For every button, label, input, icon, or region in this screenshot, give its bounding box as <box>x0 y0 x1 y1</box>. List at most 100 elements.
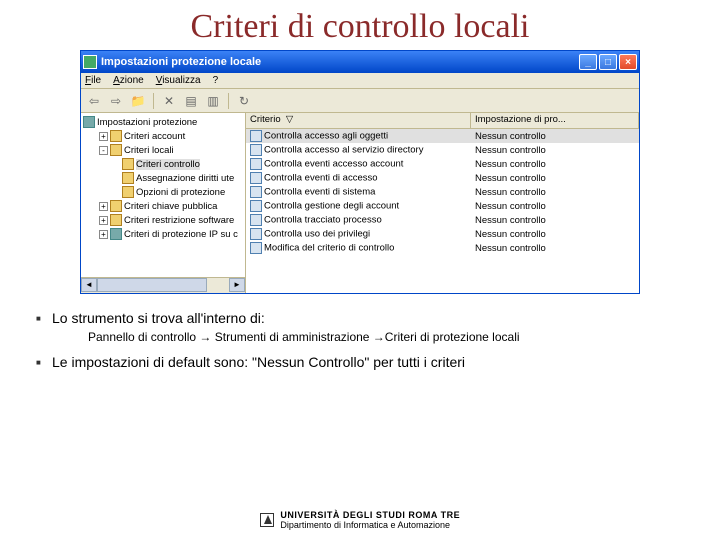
bullet-item: Lo strumento si trova all'interno di: <box>36 310 696 326</box>
expand-icon[interactable]: - <box>99 146 108 155</box>
list-body: Controlla accesso agli oggetti Nessun con… <box>246 129 639 255</box>
policy-name: Controlla accesso agli oggetti <box>264 131 388 142</box>
policy-icon <box>250 228 262 240</box>
menu-help[interactable]: ? <box>213 75 219 86</box>
policy-name: Controlla eventi di accesso <box>264 173 378 184</box>
scroll-right-icon[interactable]: ► <box>229 278 245 292</box>
menubar: File Azione Visualizza ? <box>81 73 639 89</box>
tree-item[interactable]: Criteri controllo <box>81 157 245 171</box>
tree-item[interactable]: + Criteri di protezione IP su c <box>81 227 245 241</box>
tree-item[interactable]: Assegnazione diritti ute <box>81 171 245 185</box>
list-item[interactable]: Modifica del criterio di controlloNessun… <box>246 241 639 255</box>
tree-label: Impostazioni protezione <box>97 117 197 128</box>
list-header: Criterio ▽ Impostazione di pro... <box>246 113 639 129</box>
policy-icon <box>250 186 262 198</box>
expand-icon[interactable]: + <box>99 202 108 211</box>
policy-icon <box>250 172 262 184</box>
policy-name: Controlla eventi accesso account <box>264 159 403 170</box>
bullet-subtext: Pannello di controllo → Strumenti di amm… <box>36 330 696 344</box>
list-item[interactable]: Controlla eventi accesso accountNessun c… <box>246 157 639 171</box>
footer-line2: Dipartimento di Informatica e Automazion… <box>280 520 460 530</box>
tree-label: Criteri account <box>124 131 185 142</box>
policy-setting: Nessun controllo <box>471 243 639 254</box>
expand-icon[interactable]: + <box>99 132 108 141</box>
policy-setting: Nessun controllo <box>471 145 639 156</box>
separator-icon <box>228 93 229 109</box>
expand-icon[interactable]: + <box>99 230 108 239</box>
expand-icon[interactable]: + <box>99 216 108 225</box>
policy-setting: Nessun controllo <box>471 131 639 142</box>
scroll-track[interactable] <box>97 278 229 293</box>
tree-label: Criteri locali <box>124 145 174 156</box>
footer: UNIVERSITÀ DEGLI STUDI ROMA TRE Dipartim… <box>0 510 720 530</box>
forward-icon[interactable]: ⇨ <box>107 92 125 110</box>
menu-file[interactable]: File <box>85 75 101 86</box>
policy-setting: Nessun controllo <box>471 187 639 198</box>
maximize-button[interactable]: □ <box>599 54 617 70</box>
minimize-button[interactable]: _ <box>579 54 597 70</box>
folder-icon <box>110 130 122 142</box>
tree-label: Criteri chiave pubblica <box>124 201 217 212</box>
folder-icon <box>122 186 134 198</box>
tree-label: Assegnazione diritti ute <box>136 173 234 184</box>
list-item[interactable]: Controlla eventi di sistemaNessun contro… <box>246 185 639 199</box>
tree-label: Criteri controllo <box>136 159 200 170</box>
folder-icon <box>122 172 134 184</box>
tree-label: Criteri restrizione software <box>124 215 234 226</box>
policy-setting: Nessun controllo <box>471 201 639 212</box>
slide-title: Criteri di controllo locali <box>0 0 720 50</box>
policy-name: Controlla tracciato processo <box>264 215 382 226</box>
policy-icon <box>250 158 262 170</box>
folder-icon <box>110 144 122 156</box>
gear-icon <box>110 228 122 240</box>
titlebar[interactable]: Impostazioni protezione locale _ □ × <box>81 51 639 73</box>
column-criterio[interactable]: Criterio ▽ <box>246 113 471 128</box>
window-controls: _ □ × <box>579 54 637 70</box>
list-item[interactable]: Controlla eventi di accesso Nessun contro… <box>246 171 639 185</box>
scroll-thumb[interactable] <box>97 278 207 292</box>
policy-setting: Nessun controllo <box>471 173 639 184</box>
tree-pane: Impostazioni protezione + Criteri account… <box>81 113 246 293</box>
up-folder-icon[interactable]: 📁 <box>129 92 147 110</box>
list-item[interactable]: Controlla accesso al servizio directoryN… <box>246 143 639 157</box>
close-button[interactable]: × <box>619 54 637 70</box>
settings-icon <box>83 116 95 128</box>
policy-icon <box>250 214 262 226</box>
cut-icon[interactable]: ✕ <box>160 92 178 110</box>
list-icon[interactable]: ▥ <box>204 92 222 110</box>
policy-icon <box>250 130 262 142</box>
list-item[interactable]: Controlla uso dei privilegiNessun contro… <box>246 227 639 241</box>
scroll-left-icon[interactable]: ◄ <box>81 278 97 292</box>
separator-icon <box>153 93 154 109</box>
tree-label: Criteri di protezione IP su c <box>124 229 238 240</box>
tree-item[interactable]: + Criteri restrizione software <box>81 213 245 227</box>
list-item[interactable]: Controlla gestione degli account Nessun c… <box>246 199 639 213</box>
university-logo-icon <box>260 513 274 527</box>
refresh-icon[interactable]: ↻ <box>235 92 253 110</box>
menu-visualizza[interactable]: Visualizza <box>156 75 201 86</box>
tree-item[interactable]: + Criteri chiave pubblica <box>81 199 245 213</box>
policy-name: Controlla gestione degli account <box>264 201 399 212</box>
sort-indicator-icon: ▽ <box>286 114 293 125</box>
tree-label: Opzioni di protezione <box>136 187 225 198</box>
menu-azione[interactable]: Azione <box>113 75 144 86</box>
tree-root[interactable]: Impostazioni protezione <box>81 115 245 129</box>
content-area: Impostazioni protezione + Criteri account… <box>81 113 639 293</box>
app-window: Impostazioni protezione locale _ □ × Fil… <box>80 50 640 294</box>
app-icon <box>83 55 97 69</box>
tree-item[interactable]: Opzioni di protezione <box>81 185 245 199</box>
footer-line1: UNIVERSITÀ DEGLI STUDI ROMA TRE <box>280 510 460 520</box>
list-item[interactable]: Controlla tracciato processo Nessun contr… <box>246 213 639 227</box>
tree-item[interactable]: - Criteri locali <box>81 143 245 157</box>
back-icon[interactable]: ⇦ <box>85 92 103 110</box>
window-title: Impostazioni protezione locale <box>101 56 579 68</box>
column-impostazione[interactable]: Impostazione di pro... <box>471 113 639 128</box>
policy-setting: Nessun controllo <box>471 215 639 226</box>
list-item[interactable]: Controlla accesso agli oggetti Nessun con… <box>246 129 639 143</box>
properties-icon[interactable]: ▤ <box>182 92 200 110</box>
bullet-list: Lo strumento si trova all'interno di: Pa… <box>0 294 720 370</box>
policy-icon <box>250 144 262 156</box>
tree-item[interactable]: + Criteri account <box>81 129 245 143</box>
tree-scrollbar[interactable]: ◄ ► <box>81 277 245 293</box>
folder-icon <box>110 214 122 226</box>
